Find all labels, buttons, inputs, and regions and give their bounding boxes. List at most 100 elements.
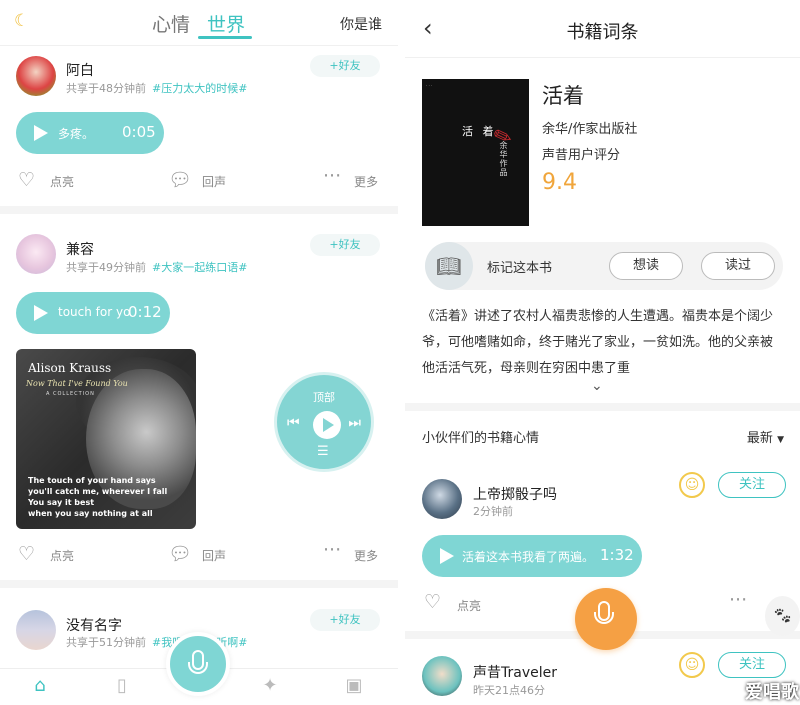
score-label: 声昔用户评分	[542, 148, 621, 163]
follow-button[interactable]: 关注	[718, 652, 786, 678]
paw-icon[interactable]: 🐾︎	[765, 596, 800, 636]
mic-stand	[188, 662, 208, 674]
post-actions: ♡ 点亮 💬︎ 回声 ··· 更多	[0, 166, 398, 192]
post-time: 共享于48分钟前	[66, 82, 146, 95]
playlist-icon[interactable]: ☰	[317, 444, 329, 459]
book-publisher[interactable]: 余华/作家出版社	[542, 118, 637, 137]
post-username[interactable]: 兼容	[66, 239, 94, 259]
want-to-read-button[interactable]: 想读	[609, 252, 683, 280]
puzzle-icon[interactable]: ✦	[258, 675, 282, 697]
post-time: 共享于49分钟前	[66, 261, 146, 274]
post-actions: ♡ 点亮 💬︎ 回声 ··· 更多	[0, 540, 398, 566]
section-title: 小伙伴们的书籍心情	[422, 431, 540, 446]
play-icon	[440, 548, 454, 564]
book-score: 9.4	[542, 170, 577, 195]
mark-book-bar: 📖︎ 标记这本书 想读 读过	[425, 242, 783, 290]
more-button[interactable]: 更多	[354, 547, 378, 564]
avatar[interactable]	[16, 234, 56, 274]
bottle-icon[interactable]: ▯	[110, 675, 134, 697]
sort-dropdown[interactable]: 最新 ▼	[747, 427, 784, 446]
book-title: 活着	[542, 84, 584, 108]
lyric-line: when you say nothing at all	[28, 509, 153, 518]
avatar[interactable]	[422, 479, 462, 519]
voice-text: 多疼。	[58, 127, 95, 141]
heart-icon[interactable]: ♡	[18, 170, 35, 190]
heart-icon[interactable]: ♡	[18, 544, 35, 564]
screen-divider	[398, 0, 405, 705]
more-dots-icon[interactable]: ···	[729, 590, 747, 610]
add-friend-button[interactable]: +好友	[310, 234, 380, 256]
book-entry-screen: ‹ 书籍词条 · · · 活 着 ✎ 余华作品 活着 余华/作家出版社 声昔用户…	[405, 0, 800, 705]
top-bar: ‹ 书籍词条	[405, 0, 800, 58]
album-lyrics: The touch of your hand says you'll catch…	[28, 475, 193, 519]
post-tag[interactable]: #大家一起练口语#	[152, 261, 247, 274]
echo-button[interactable]: 回声	[202, 547, 226, 564]
smiley-icon[interactable]: ☺	[679, 472, 705, 498]
comment-username[interactable]: 声昔Traveler	[473, 662, 557, 682]
smiley-icon[interactable]: ☺	[679, 652, 705, 678]
record-mic-button[interactable]	[166, 632, 230, 696]
voice-duration: 0:05	[122, 123, 156, 141]
album-cover[interactable]: Alison Krauss Now That I've Found You A …	[16, 349, 196, 529]
play-icon	[34, 125, 48, 141]
next-icon[interactable]: ⏭︎	[348, 415, 361, 431]
lyric-line: You say it best	[28, 498, 95, 507]
lyric-line: The touch of your hand says	[28, 476, 156, 485]
book-icon: 📖︎	[425, 242, 473, 290]
post-username[interactable]: 没有名字	[66, 615, 122, 635]
play-icon	[34, 305, 48, 321]
back-to-top-label[interactable]: 顶部	[277, 389, 371, 405]
voice-message[interactable]: touch for yo 0:12	[16, 292, 170, 334]
cover-small-print: · · ·	[426, 83, 433, 88]
home-icon[interactable]: ⌂	[28, 675, 52, 697]
record-mic-button[interactable]	[575, 588, 637, 650]
follow-button[interactable]: 关注	[718, 472, 786, 498]
world-feed-screen: ☾ 心情 世界 你是谁 阿白 共享于48分钟前 #压力太大的时候# +好友 多疼。…	[0, 0, 398, 705]
album-artist: Alison Krauss	[28, 361, 112, 375]
album-subtitle: A COLLECTION	[46, 391, 95, 397]
add-friend-button[interactable]: +好友	[310, 609, 380, 631]
voice-message[interactable]: 多疼。 0:05	[16, 112, 164, 154]
dropdown-arrow-icon: ▼	[777, 435, 784, 445]
heart-icon[interactable]: ♡	[424, 592, 441, 612]
voice-text: 活着这本书我看了两遍。	[462, 550, 595, 564]
post-meta: 共享于49分钟前 #大家一起练口语#	[66, 259, 247, 275]
echo-button[interactable]: 回声	[202, 173, 226, 190]
book-cover[interactable]: · · · 活 着 ✎ 余华作品	[422, 79, 529, 226]
post-username[interactable]: 阿白	[66, 60, 94, 80]
like-button[interactable]: 点亮	[50, 547, 74, 564]
more-dots-icon[interactable]: ···	[323, 540, 341, 560]
comment-bubble-icon[interactable]: 💬︎	[168, 544, 192, 564]
separator	[405, 403, 800, 411]
post-tag[interactable]: #压力太大的时候#	[152, 82, 247, 95]
profile-icon[interactable]: ▣	[342, 675, 366, 697]
voice-message[interactable]: 活着这本书我看了两遍。 1:32	[422, 535, 642, 577]
mark-book-label: 标记这本书	[487, 261, 553, 276]
watermark: 爱唱歌	[745, 682, 799, 703]
voice-text: touch for yo	[58, 305, 131, 319]
expand-chevron-icon[interactable]: ⌄	[591, 378, 603, 394]
like-button[interactable]: 点亮	[457, 597, 481, 614]
separator	[0, 580, 398, 588]
avatar[interactable]	[16, 56, 56, 96]
more-dots-icon[interactable]: ···	[323, 166, 341, 186]
previous-icon[interactable]: ⏮︎	[287, 415, 300, 431]
voice-duration: 0:12	[128, 303, 162, 321]
like-button[interactable]: 点亮	[50, 173, 74, 190]
book-description: 《活着》讲述了农村人福贵悲惨的人生遭遇。福贵本是个阔少爷，可他嗜赌如命，终于赌光…	[422, 309, 774, 376]
comment-bubble-icon[interactable]: 💬︎	[168, 170, 192, 190]
comment-username[interactable]: 上帝掷骰子吗	[473, 484, 557, 504]
post-time: 共享于51分钟前	[66, 636, 146, 649]
more-button[interactable]: 更多	[354, 173, 378, 190]
lyric-line: you'll catch me, wherever I fall	[28, 487, 168, 496]
voice-duration: 1:32	[600, 546, 634, 564]
play-button[interactable]	[313, 411, 341, 439]
avatar[interactable]	[16, 610, 56, 650]
separator	[0, 206, 398, 214]
album-title: Now That I've Found You	[26, 379, 128, 388]
avatar[interactable]	[422, 656, 462, 696]
floating-player[interactable]: 顶部 ⏮︎ ⏭︎ ☰	[274, 372, 374, 472]
have-read-button[interactable]: 读过	[701, 252, 775, 280]
add-friend-button[interactable]: +好友	[310, 55, 380, 77]
mic-stand	[594, 612, 614, 624]
